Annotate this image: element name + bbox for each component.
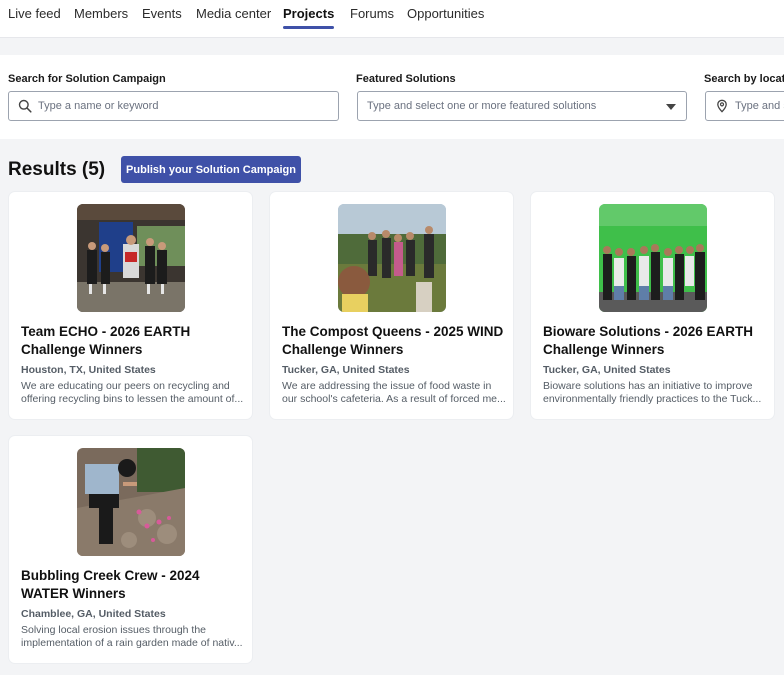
campaign-photo: [77, 204, 185, 312]
nav-projects[interactable]: Projects: [283, 6, 335, 29]
search-campaign-label: Search for Solution Campaign: [8, 73, 166, 85]
nav-members[interactable]: Members: [74, 6, 128, 21]
search-location-label: Search by locat: [704, 73, 784, 85]
nav-events[interactable]: Events: [142, 6, 182, 21]
campaign-description: Bioware solutions has an initiative to i…: [543, 380, 762, 405]
campaign-location: Tucker, GA, United States: [543, 364, 671, 376]
campaign-card[interactable]: Bioware Solutions - 2026 EARTH Challenge…: [531, 192, 774, 419]
campaign-description: We are addressing the issue of food wast…: [282, 380, 506, 405]
campaign-photo: [338, 204, 446, 312]
campaign-card[interactable]: The Compost Queens - 2025 WIND Challenge…: [270, 192, 513, 419]
campaign-card[interactable]: Bubbling Creek Crew - 2024 WATER Winners…: [9, 436, 252, 663]
chevron-down-icon: [666, 104, 676, 110]
campaign-title: Bubbling Creek Crew - 2024 WATER Winners: [21, 568, 200, 601]
publish-campaign-button[interactable]: Publish your Solution Campaign: [121, 156, 301, 183]
campaign-location: Houston, TX, United States: [21, 364, 156, 376]
filter-bar: Search for Solution Campaign Type a name…: [0, 55, 784, 139]
campaign-photo: [77, 448, 185, 556]
campaign-card[interactable]: Team ECHO - 2026 EARTH Challenge Winners…: [9, 192, 252, 419]
nav-live-feed[interactable]: Live feed: [8, 6, 61, 21]
campaign-location: Chamblee, GA, United States: [21, 608, 166, 620]
search-location-input[interactable]: Type and s: [705, 91, 784, 121]
nav-media-center[interactable]: Media center: [196, 6, 271, 21]
campaign-title: Team ECHO - 2026 EARTH Challenge Winners: [21, 324, 191, 357]
results-heading: Results (5): [8, 159, 106, 180]
featured-solutions-select[interactable]: Type and select one or more featured sol…: [357, 91, 687, 121]
location-pin-icon: [717, 99, 727, 113]
nav-opportunities[interactable]: Opportunities: [407, 6, 484, 21]
campaign-title: The Compost Queens - 2025 WIND Challenge…: [282, 324, 504, 357]
campaign-location: Tucker, GA, United States: [282, 364, 410, 376]
search-icon: [18, 99, 32, 113]
search-campaign-placeholder: Type a name or keyword: [38, 100, 159, 112]
search-location-placeholder: Type and s: [735, 100, 784, 112]
search-campaign-input[interactable]: Type a name or keyword: [8, 91, 339, 121]
campaign-photo: [599, 204, 707, 312]
campaign-description: Solving local erosion issues through the…: [21, 624, 243, 649]
featured-solutions-placeholder: Type and select one or more featured sol…: [367, 100, 597, 112]
top-nav: Live feed Members Events Media center Pr…: [0, 0, 784, 38]
campaign-description: We are educating our peers on recycling …: [21, 380, 244, 405]
campaign-title: Bioware Solutions - 2026 EARTH Challenge…: [543, 324, 754, 357]
nav-forums[interactable]: Forums: [350, 6, 394, 21]
featured-solutions-label: Featured Solutions: [356, 73, 456, 85]
